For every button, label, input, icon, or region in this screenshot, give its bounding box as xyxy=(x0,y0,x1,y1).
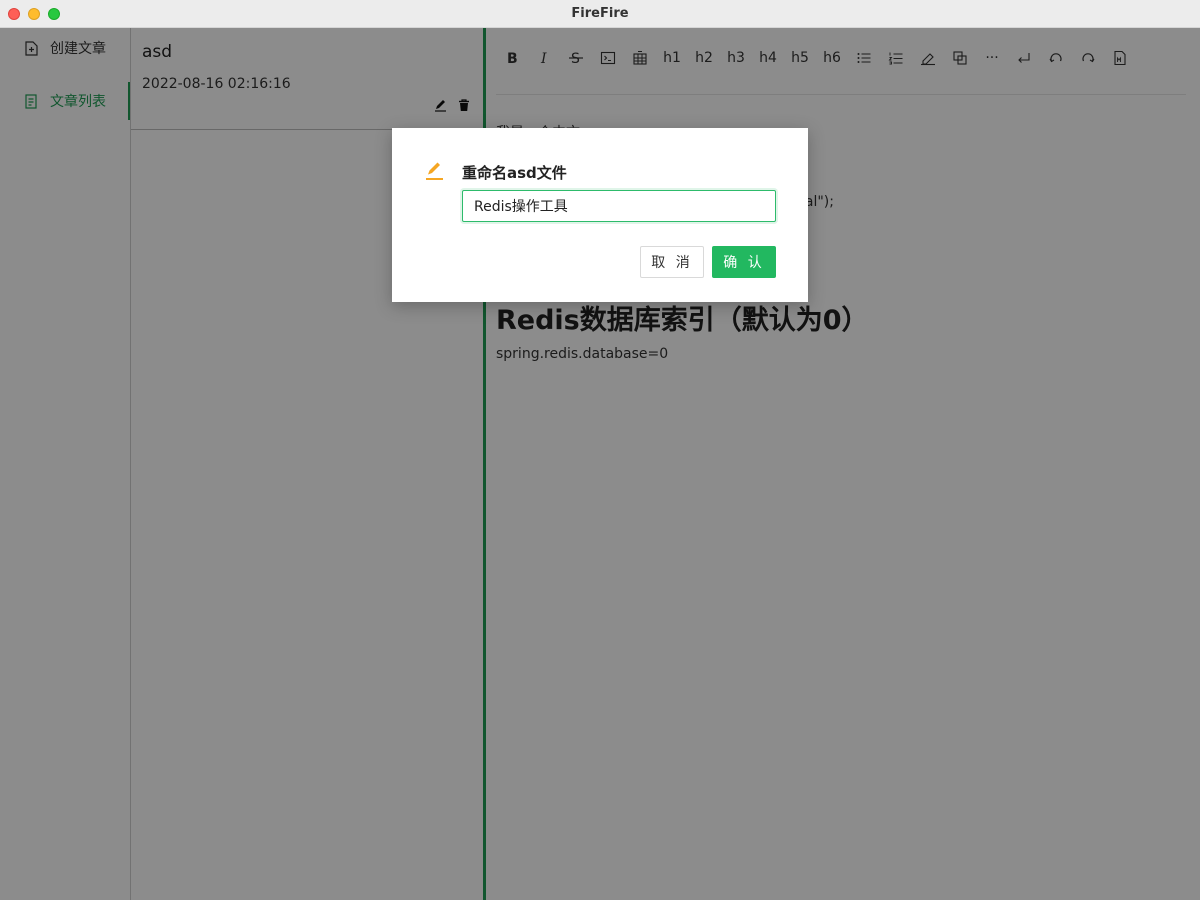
title-bar: FireFire xyxy=(0,0,1200,28)
confirm-button[interactable]: 确 认 xyxy=(712,246,776,278)
rename-input[interactable] xyxy=(462,190,776,222)
rename-dialog: 重命名asd文件 取 消 确 认 xyxy=(392,128,808,302)
edit-icon xyxy=(424,160,446,182)
window-title: FireFire xyxy=(571,6,629,21)
cancel-button[interactable]: 取 消 xyxy=(640,246,704,278)
dialog-title: 重命名asd文件 xyxy=(462,164,567,182)
